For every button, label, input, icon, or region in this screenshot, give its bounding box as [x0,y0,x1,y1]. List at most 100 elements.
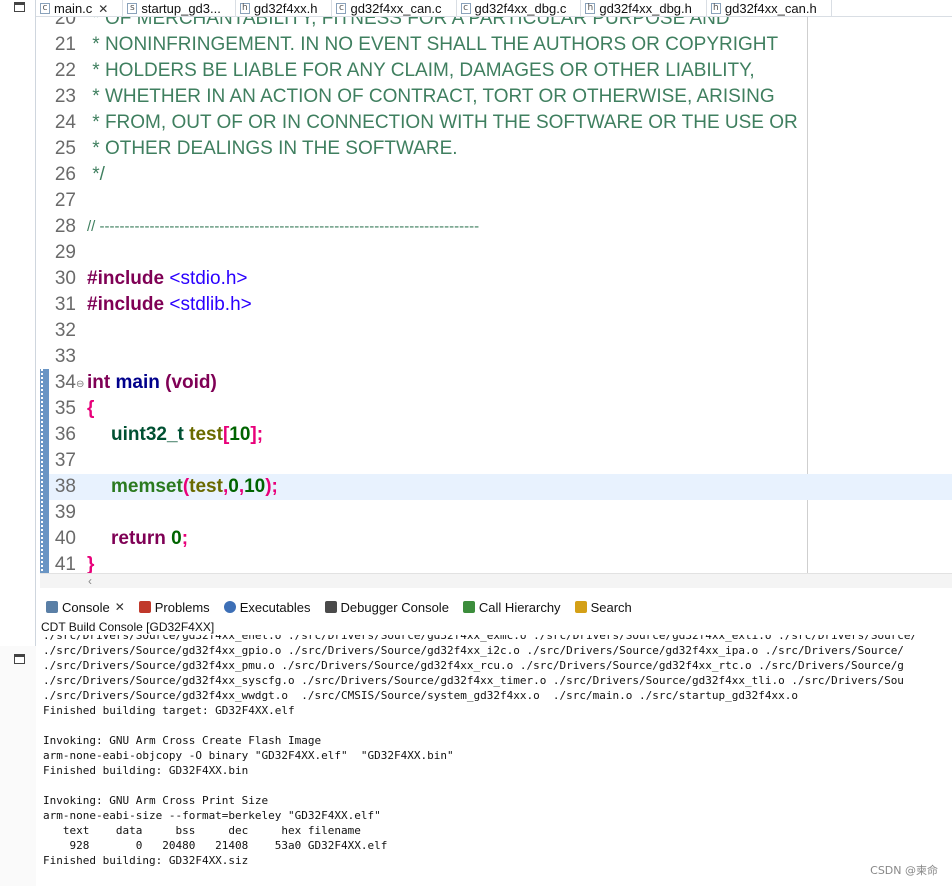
restore-icon[interactable] [14,654,25,664]
tab-label: Search [590,599,632,615]
line-number: 24 [54,112,76,133]
tab-problems[interactable]: Problems [133,600,210,615]
c-file-icon: c [40,3,50,14]
comment-text: */ [87,164,105,185]
tab-label: gd32f4xx_dbg.h [599,1,692,16]
line-number: 25 [54,138,76,159]
line-number: 27 [54,190,76,211]
h-file-icon: h [239,3,250,14]
tab-call-hierarchy[interactable]: Call Hierarchy [457,600,561,615]
console-line: ./src/Drivers/Source/gd32f4xx_pmu.o ./sr… [43,659,904,672]
console-icon [46,601,58,613]
console-title: CDT Build Console [GD32F4XX] [41,620,215,634]
number-literal: 10 [244,476,266,497]
code-line: 25 * OTHER DEALINGS IN THE SOFTWARE. [40,136,952,162]
console-line: text data bss dec hex filename [43,824,361,837]
comment-text: * HOLDERS BE LIABLE FOR ANY CLAIM, DAMAG… [87,60,755,81]
line-number: 33 [54,346,76,367]
variable-name: test [189,476,223,497]
debugger-console-icon [324,601,337,613]
h-file-icon: h [710,3,721,14]
line-number: 38 [54,476,76,497]
brace: } [87,554,95,573]
console-line: Finished building: GD32F4XX.siz [43,854,249,867]
tab-executables[interactable]: Executables [218,600,311,615]
h-file-icon: h [585,3,596,14]
line-number: 23 [54,86,76,107]
code-line: 35 { [40,396,952,422]
c-file-icon: c [336,3,347,14]
console-line: ./src/Drivers/Source/gd32f4xx_enet.o ./s… [43,635,918,642]
include-directive: #include [87,268,165,289]
line-number: 29 [54,242,76,263]
console-line: ./src/Drivers/Source/gd32f4xx_wwdgt.o ./… [43,689,798,702]
code-line: 24 * FROM, OUT OF OR IN CONNECTION WITH … [40,110,952,136]
tab-gd32f4xx-h[interactable]: h gd32f4xx.h [236,0,333,16]
code-line: 26 */ [40,162,952,188]
c-file-icon: c [460,3,471,14]
tab-search[interactable]: Search [569,600,632,615]
left-side-panel [0,0,36,886]
include-directive: #include [87,294,165,315]
line-number: 34 [54,372,76,393]
tab-startup[interactable]: s startup_gd3... [123,0,236,16]
line-number: 39 [54,502,76,523]
console-line: arm-none-eabi-objcopy -O binary "GD32F4X… [43,749,454,762]
console-line: arm-none-eabi-size --format=berkeley "GD… [43,809,381,822]
bracket: ); [265,476,278,497]
include-path: <stdio.h> [164,268,248,289]
tab-label: Call Hierarchy [478,599,561,615]
tab-label: gd32f4xx.h [253,1,318,16]
s-file-icon: s [127,3,138,14]
close-icon[interactable]: ✕ [115,600,125,614]
code-line: 29 [40,240,952,266]
tab-label: gd32f4xx_dbg.c [474,1,567,16]
code-line: 21 * NONINFRINGEMENT. IN NO EVENT SHALL … [40,32,952,58]
tab-label: main.c [54,1,93,16]
build-console-output[interactable]: ./src/Drivers/Source/gd32f4xx_enet.o ./s… [40,635,952,886]
code-line: 40 return 0; [40,526,952,552]
variable-name: test [183,424,223,445]
code-line: 39 [40,500,952,526]
left-lower-panel [0,646,36,886]
code-line: 33 [40,344,952,370]
tab-main-c[interactable]: c main.c ✕ [36,0,124,16]
code-editor[interactable]: 20 * OF MERCHANTABILITY, FITNESS FOR A P… [40,17,952,573]
code-line: 41} [40,552,952,573]
line-number: 41 [54,554,76,573]
views-tab-bar: Console ✕ Problems Executables Debugger … [40,596,952,618]
line-number: 32 [54,320,76,341]
console-line: Invoking: GNU Arm Cross Print Size [43,794,269,807]
tab-debugger-console[interactable]: Debugger Console [319,600,449,615]
tab-gd32f4xx-dbg-c[interactable]: c gd32f4xx_dbg.c [457,0,582,16]
line-number: 28 [54,216,76,237]
scroll-left-icon[interactable]: ‹ [88,574,92,588]
line-number: 20 [54,17,76,29]
code-line: 31 #include <stdlib.h> [40,292,952,318]
code-line: 28 // -----------------------------------… [40,214,952,240]
tab-gd32f4xx-can-c[interactable]: c gd32f4xx_can.c [332,0,457,16]
brace: { [87,398,95,419]
code-line: 22 * HOLDERS BE LIABLE FOR ANY CLAIM, DA… [40,58,952,84]
function-call: memset [111,476,183,497]
horizontal-scrollbar[interactable]: ‹ [40,573,952,588]
line-number: 21 [54,34,76,55]
type-name: uint32_t [111,424,184,445]
tab-console[interactable]: Console ✕ [40,600,125,615]
line-number: 30 [54,268,76,289]
tab-gd32f4xx-dbg-h[interactable]: h gd32f4xx_dbg.h [581,0,707,16]
fold-toggle-icon[interactable]: ⊖ [76,372,84,398]
current-code-line: 38 memset(test,0,10); [40,474,952,500]
tab-gd32f4xx-can-h[interactable]: h gd32f4xx_can.h [707,0,832,16]
tab-label: startup_gd3... [141,1,221,16]
overview-ruler [40,369,49,573]
bracket: ]; [250,424,264,445]
close-icon[interactable]: ✕ [98,2,108,16]
code-line: 36 uint32_t test[10]; [40,422,952,448]
keyword: return [111,528,166,549]
tab-label: Debugger Console [340,599,449,615]
minimize-icon[interactable] [14,2,25,12]
code-line: 20 * OF MERCHANTABILITY, FITNESS FOR A P… [40,17,952,32]
line-number: 26 [54,164,76,185]
code-line: 34 ⊖ int main (void) [40,370,952,396]
